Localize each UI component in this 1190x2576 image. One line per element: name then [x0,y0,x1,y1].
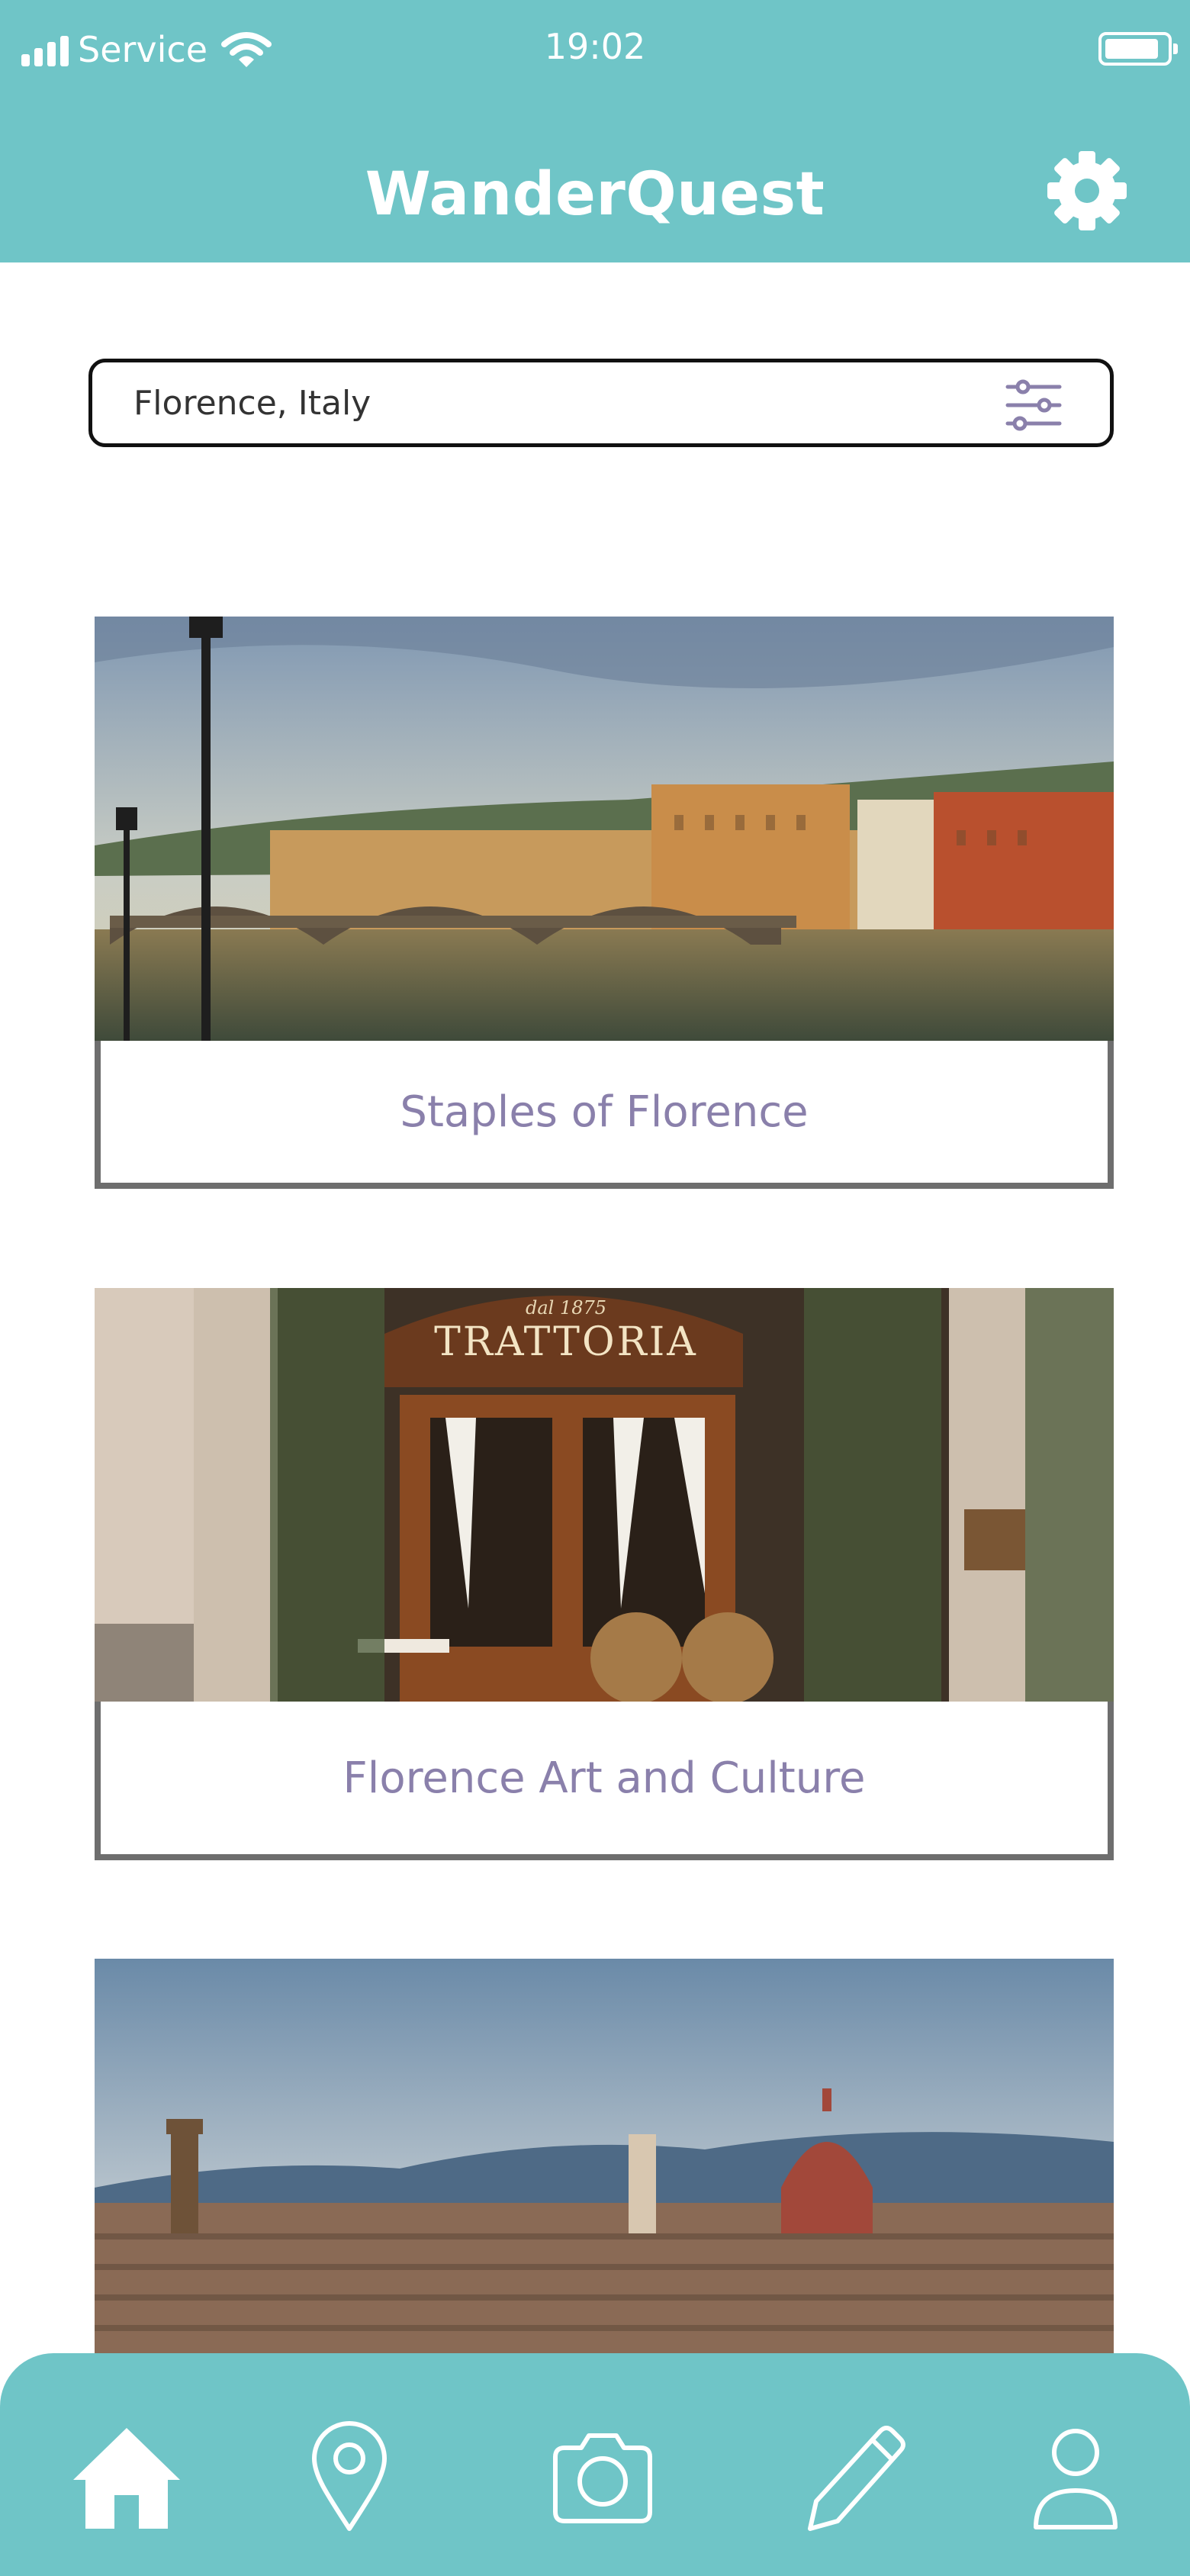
collection-card[interactable] [95,1959,1114,2355]
search-input[interactable]: Florence, Italy [88,359,1114,447]
sign-small-text: dal 1875 [526,1297,606,1319]
card-title: Florence Art and Culture [95,1702,1114,1860]
filter-sliders-icon[interactable] [1003,376,1064,434]
battery-icon [1098,32,1178,66]
card-title: Staples of Florence [95,1041,1114,1189]
sign-text: TRATTORIA [434,1319,698,1365]
camera-icon[interactable] [542,2414,664,2536]
map-pin-icon[interactable] [288,2414,410,2536]
gear-icon[interactable] [1045,149,1129,233]
app-header: WanderQuest [0,99,1190,262]
collection-card[interactable]: dal 1875 TRATTORIA Florence Art and Cult… [95,1288,1114,1860]
home-icon[interactable] [66,2414,188,2536]
user-icon[interactable] [1015,2414,1137,2536]
collection-card[interactable]: Staples of Florence [95,617,1114,1189]
pencil-icon[interactable] [793,2414,915,2536]
status-bar: Service 19:02 [0,0,1190,99]
card-photo [95,1959,1114,2355]
tab-bar [0,2353,1190,2576]
search-value: Florence, Italy [133,384,371,423]
status-time: 19:02 [544,26,646,67]
app-title: WanderQuest [365,160,825,229]
card-photo [95,617,1114,1041]
card-photo: dal 1875 TRATTORIA [95,1288,1114,1702]
